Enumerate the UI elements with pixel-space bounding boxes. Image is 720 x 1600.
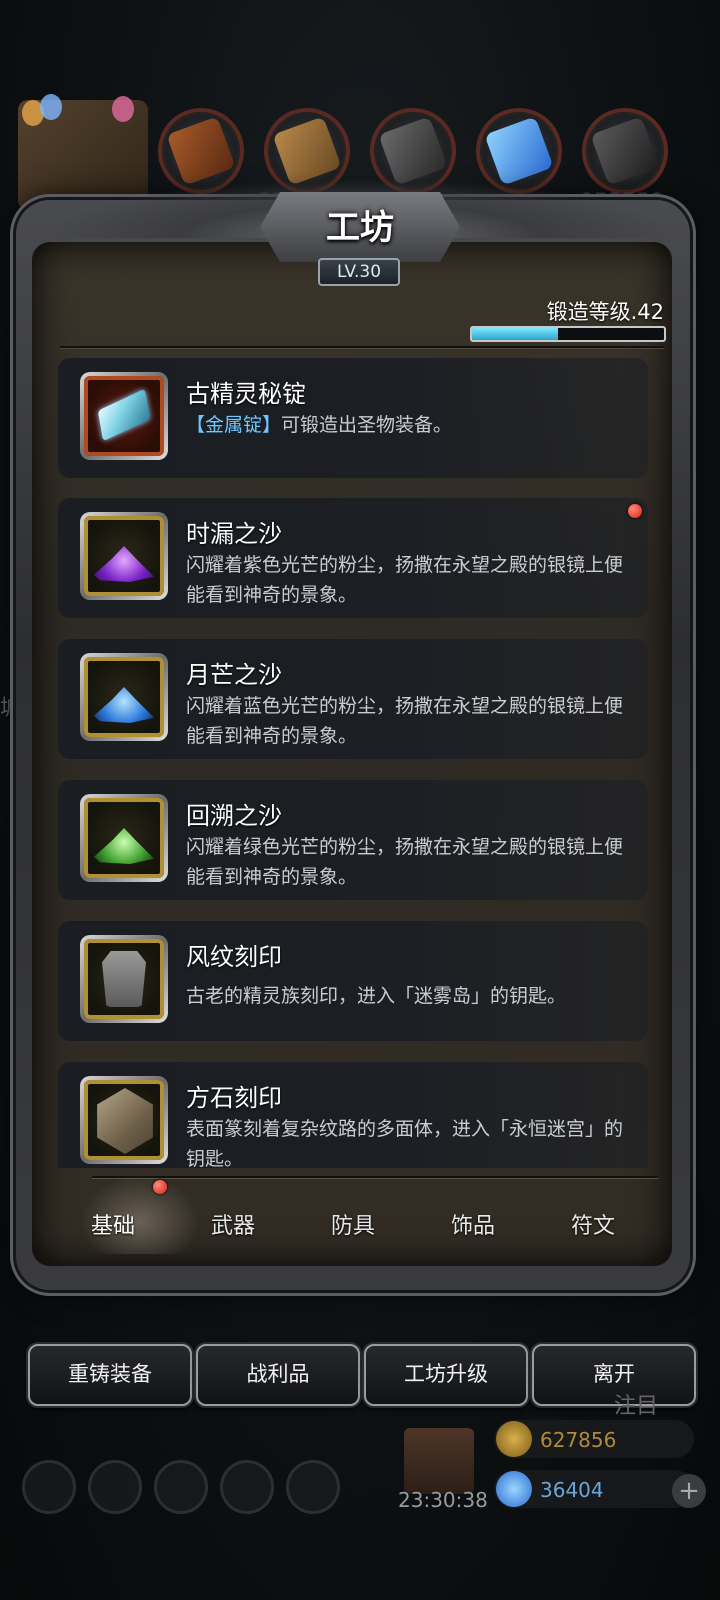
tab-runes[interactable]: 符文	[538, 1208, 648, 1240]
gem-value: 36404	[540, 1478, 604, 1502]
list-item[interactable]: 方石刻印 表面篆刻着复杂纹路的多面体，进入「永恒迷宫」的钥匙。	[58, 1062, 648, 1168]
gift-timer: 23:30:38	[398, 1488, 488, 1512]
emblem-icon[interactable]	[88, 1460, 142, 1514]
workshop-upgrade-button[interactable]: 工坊升级	[364, 1344, 528, 1406]
gift-icon[interactable]	[404, 1428, 474, 1494]
tab-notification-dot	[153, 1180, 167, 1194]
item-name: 古精灵秘锭	[186, 380, 306, 408]
item-icon-frame	[80, 794, 168, 882]
mail-icon[interactable]	[220, 1460, 274, 1514]
item-list[interactable]: 古精灵秘锭 【金属锭】可锻造出圣物装备。 时漏之沙 闪耀着紫色光芒的粉尘，扬撒在…	[58, 358, 678, 1168]
item-name: 风纹刻印	[186, 943, 282, 971]
blue-sand-icon	[94, 687, 154, 723]
item-icon-frame	[80, 653, 168, 741]
list-item[interactable]: 回溯之沙 闪耀着绿色光芒的粉尘，扬撒在永望之殿的银镜上便能看到神奇的景象。	[58, 780, 648, 900]
item-desc: 古老的精灵族刻印，进入「迷雾岛」的钥匙。	[186, 985, 567, 1007]
item-name: 时漏之沙	[186, 520, 282, 548]
vest-seal-icon	[102, 951, 146, 1007]
forge-progress-fill	[472, 328, 559, 340]
item-name: 方石刻印	[186, 1084, 282, 1112]
list-item[interactable]: 风纹刻印 古老的精灵族刻印，进入「迷雾岛」的钥匙。	[58, 921, 648, 1041]
panel-title: 工坊	[326, 208, 394, 248]
item-icon-frame	[80, 935, 168, 1023]
hexstone-seal-icon	[97, 1088, 153, 1154]
item-icon-frame	[80, 1076, 168, 1164]
add-currency-button[interactable]: +	[672, 1474, 706, 1508]
list-item[interactable]: 古精灵秘锭 【金属锭】可锻造出圣物装备。	[58, 358, 648, 478]
item-desc: 闪耀着蓝色光芒的粉尘，扬撒在永望之殿的银镜上便能看到神奇的景象。	[186, 695, 624, 747]
tab-accessories[interactable]: 饰品	[418, 1208, 528, 1240]
item-desc: 表面篆刻着复杂纹路的多面体，进入「永恒迷宫」的钥匙。	[186, 1118, 624, 1168]
divider	[60, 346, 664, 348]
balloon-icon	[112, 96, 134, 122]
gold-coin-icon	[496, 1421, 532, 1457]
tab-weapons[interactable]: 武器	[178, 1208, 288, 1240]
list-item[interactable]: 时漏之沙 闪耀着紫色光芒的粉尘，扬撒在永望之殿的银镜上便能看到神奇的景象。	[58, 498, 648, 618]
scroll-icon[interactable]	[286, 1460, 340, 1514]
green-sand-icon	[94, 828, 154, 864]
forge-level-label: 锻造等级.42	[546, 300, 664, 324]
purple-sand-icon	[94, 546, 154, 582]
ingot-icon	[97, 388, 151, 442]
recast-equipment-button[interactable]: 重铸装备	[28, 1344, 192, 1406]
gate-icon[interactable]	[154, 1460, 208, 1514]
item-desc-text: 可锻造出圣物装备。	[281, 414, 453, 436]
gem-icon	[496, 1471, 532, 1507]
tab-armor[interactable]: 防具	[298, 1208, 408, 1240]
forge-progress-bar	[470, 326, 666, 342]
gold-value: 627856	[540, 1428, 617, 1452]
item-desc-tag: 【金属锭】	[186, 414, 282, 436]
settings-icon[interactable]	[22, 1460, 76, 1514]
balloon-icon	[40, 94, 62, 120]
item-icon-frame	[80, 372, 168, 460]
item-desc: 闪耀着绿色光芒的粉尘，扬撒在永望之殿的银镜上便能看到神奇的景象。	[186, 836, 624, 888]
item-name: 月芒之沙	[186, 661, 282, 689]
level-badge: LV.30	[318, 258, 400, 286]
loot-button[interactable]: 战利品	[196, 1344, 360, 1406]
item-icon-frame	[80, 512, 168, 600]
list-item[interactable]: 月芒之沙 闪耀着蓝色光芒的粉尘，扬撒在永望之殿的银镜上便能看到神奇的景象。	[58, 639, 648, 759]
item-name: 回溯之沙	[186, 802, 282, 830]
item-desc: 闪耀着紫色光芒的粉尘，扬撒在永望之殿的银镜上便能看到神奇的景象。	[186, 554, 624, 606]
tab-basic[interactable]: 基础	[58, 1208, 168, 1240]
notification-dot	[628, 504, 642, 518]
item-desc: 【金属锭】可锻造出圣物装备。	[186, 410, 626, 440]
side-label: 注目	[614, 1394, 659, 1419]
